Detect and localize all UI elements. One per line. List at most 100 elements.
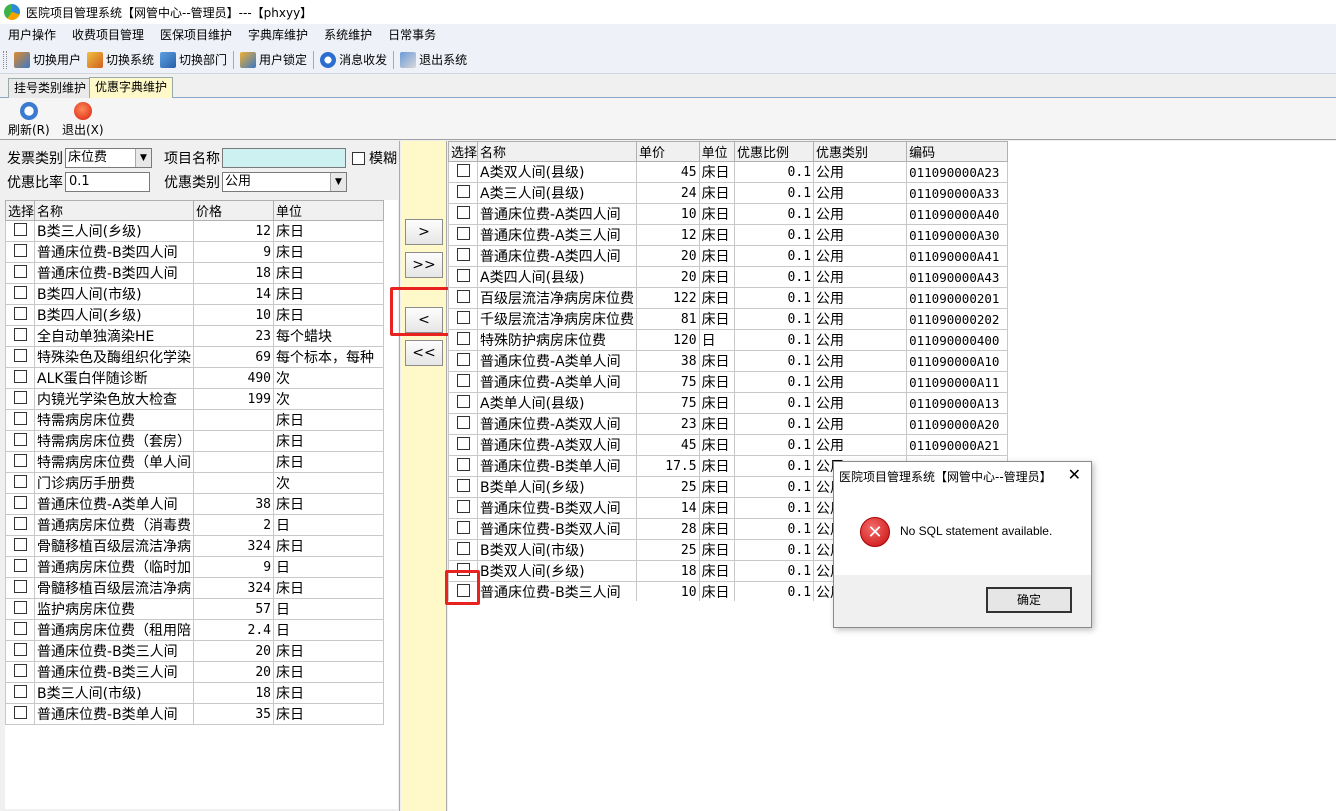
row-select-cell[interactable] [448,371,479,393]
table-row[interactable]: 普通病房床位费（临时加 9 日 [5,556,385,578]
table-row[interactable]: 普通床位费-A类单人间 38 床日 [5,493,385,515]
ok-button[interactable]: 确定 [986,587,1072,613]
col-unit-price[interactable]: 单价 [636,141,700,162]
row-checkbox[interactable] [456,331,470,345]
discount-rate-input[interactable]: 0.1 [65,172,150,192]
row-select-cell[interactable] [5,262,36,284]
menu-insurance-items[interactable]: 医保项目维护 [152,24,240,46]
discount-type-select[interactable]: 公用 ▼ [222,172,347,192]
table-row[interactable]: B类四人间(市级) 14 床日 [5,283,385,305]
table-row[interactable]: 全自动单独滴染HE 23 每个蜡块 [5,325,385,347]
move-all-right-button[interactable]: >> [405,252,443,278]
item-name-input[interactable] [222,148,346,168]
menu-system-maint[interactable]: 系统维护 [316,24,380,46]
row-select-cell[interactable] [448,266,479,288]
row-select-cell[interactable] [448,434,479,456]
row-checkbox[interactable] [456,289,470,303]
fuzzy-checkbox[interactable] [352,151,365,165]
row-select-cell[interactable] [448,560,479,582]
row-select-cell[interactable] [448,224,479,246]
row-checkbox[interactable] [13,537,27,551]
toolbar-grip[interactable] [3,50,7,69]
col-unit[interactable]: 单位 [698,141,736,162]
row-checkbox[interactable] [13,390,27,404]
row-select-cell[interactable] [448,539,479,561]
lock-user-button[interactable]: 用户锁定 [237,48,310,72]
row-checkbox[interactable] [456,499,470,513]
table-row[interactable]: 内镜光学染色放大检查 199 次 [5,388,385,410]
col-code[interactable]: 编码 [906,141,1008,162]
row-checkbox[interactable] [456,394,470,408]
row-checkbox[interactable] [13,474,27,488]
switch-dept-button[interactable]: 切换部门 [157,48,230,72]
table-row[interactable]: 普通床位费-A类双人间 45 床日 0.1 公用 011090000A21 [448,434,1008,456]
row-checkbox[interactable] [13,600,27,614]
row-checkbox[interactable] [13,327,27,341]
switch-user-button[interactable]: 切换用户 [11,48,84,72]
table-row[interactable]: A类单人间(县级) 75 床日 0.1 公用 011090000A13 [448,392,1008,414]
col-discount-ratio[interactable]: 优惠比例 [734,141,815,162]
table-row[interactable]: 千级层流洁净病房床位费 81 床日 0.1 公用 011090000202 [448,308,1008,330]
table-row[interactable]: 百级层流洁净病房床位费 122 床日 0.1 公用 011090000201 [448,287,1008,309]
row-select-cell[interactable] [5,619,36,641]
tab-discount-dictionary[interactable]: 优惠字典维护 [89,77,174,98]
row-checkbox[interactable] [456,415,470,429]
row-checkbox[interactable] [13,348,27,362]
row-select-cell[interactable] [448,518,479,540]
row-checkbox[interactable] [456,373,470,387]
table-row[interactable]: 特需病房床位费（单人间 床日 [5,451,385,473]
row-checkbox[interactable] [13,243,27,257]
row-checkbox[interactable] [456,247,470,261]
move-all-left-button[interactable]: << [405,340,443,366]
col-discount-type[interactable]: 优惠类别 [813,141,908,162]
row-checkbox[interactable] [13,222,27,236]
table-row[interactable]: 普通床位费-A类单人间 38 床日 0.1 公用 011090000A10 [448,350,1008,372]
table-row[interactable]: B类三人间(市级) 18 床日 [5,682,385,704]
row-select-cell[interactable] [448,182,479,204]
col-name[interactable]: 名称 [477,141,638,162]
table-row[interactable]: 骨髓移植百级层流洁净病 324 床日 [5,577,385,599]
table-row[interactable]: 普通床位费-B类四人间 18 床日 [5,262,385,284]
row-checkbox[interactable] [456,457,470,471]
row-checkbox[interactable] [13,621,27,635]
row-checkbox[interactable] [456,310,470,324]
row-select-cell[interactable] [5,514,36,536]
menu-charge-items[interactable]: 收费项目管理 [64,24,152,46]
row-checkbox[interactable] [13,642,27,656]
row-checkbox[interactable] [13,579,27,593]
table-row[interactable]: 特殊防护病房床位费 120 日 0.1 公用 011090000400 [448,329,1008,351]
exit-button[interactable]: 退出(X) [62,102,104,138]
row-select-cell[interactable] [5,451,36,473]
row-select-cell[interactable] [5,640,36,662]
refresh-button[interactable]: 刷新(R) [8,102,50,138]
table-row[interactable]: A类双人间(县级) 45 床日 0.1 公用 011090000A23 [448,161,1008,183]
move-right-button[interactable]: > [405,219,443,245]
row-checkbox[interactable] [456,541,470,555]
message-button[interactable]: 消息收发 [317,48,390,72]
chevron-down-icon[interactable]: ▼ [135,149,151,167]
table-row[interactable]: 普通床位费-A类四人间 10 床日 0.1 公用 011090000A40 [448,203,1008,225]
table-row[interactable]: A类三人间(县级) 24 床日 0.1 公用 011090000A33 [448,182,1008,204]
row-checkbox[interactable] [456,478,470,492]
tab-registration-category[interactable]: 挂号类别维护 [8,78,93,98]
row-select-cell[interactable] [448,455,479,477]
row-select-cell[interactable] [5,304,36,326]
row-checkbox[interactable] [13,705,27,719]
table-row[interactable]: ALK蛋白伴随诊断 490 次 [5,367,385,389]
row-select-cell[interactable] [448,350,479,372]
row-select-cell[interactable] [5,682,36,704]
row-select-cell[interactable] [5,556,36,578]
table-row[interactable]: 普通病房床位费（消毒费 2 日 [5,514,385,536]
row-select-cell[interactable] [448,308,479,330]
table-row[interactable]: 门诊病历手册费 次 [5,472,385,494]
table-row[interactable]: 普通床位费-A类双人间 23 床日 0.1 公用 011090000A20 [448,413,1008,435]
row-select-cell[interactable] [5,241,36,263]
row-checkbox[interactable] [456,268,470,282]
row-checkbox[interactable] [456,163,470,177]
row-select-cell[interactable] [5,409,36,431]
row-select-cell[interactable] [448,476,479,498]
row-checkbox[interactable] [456,226,470,240]
row-select-cell[interactable] [5,472,36,494]
close-icon[interactable]: ✕ [1068,465,1081,484]
row-select-cell[interactable] [5,493,36,515]
